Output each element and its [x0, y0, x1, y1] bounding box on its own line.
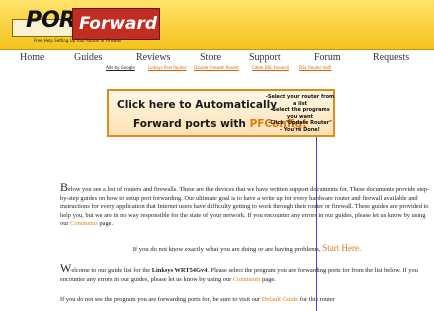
overlay-vertical-line	[316, 137, 317, 311]
start-here-link[interactable]: Start Here.	[322, 244, 361, 253]
dropcap-w: W	[60, 264, 72, 275]
intro-text: elow you see a list of routers and firew…	[60, 186, 430, 228]
intro-end: page.	[97, 220, 114, 228]
banner-step: -Click "Update Router"	[268, 120, 332, 126]
ad-link-2[interactable]: Double Firewall Router	[194, 65, 239, 70]
welcome-paragraph: Welcome to our guide list for the Linksy…	[60, 264, 434, 286]
nav-support[interactable]: Support	[249, 52, 281, 63]
nav-requests[interactable]: Requests	[373, 52, 409, 63]
site-header: PORT Forward Free Help Setting Up Your R…	[0, 0, 434, 50]
portforward-logo[interactable]: PORT Forward Free Help Setting Up Your R…	[12, 8, 160, 46]
ad-link-ads-by-google[interactable]: Ads by Google	[106, 65, 135, 70]
logo-forward-text: Forward	[79, 14, 158, 34]
main-nav: Home Guides Reviews Store Support Forum …	[0, 52, 434, 74]
logo-tagline: Free Help Setting Up Your Router or Fire…	[34, 38, 122, 43]
intro-paragraph: Below you see a list of routers and fire…	[60, 183, 434, 232]
banner-subline-text: Forward ports with	[133, 118, 250, 130]
ad-link-4[interactable]: DSL Router VoIP	[299, 65, 331, 70]
ad-link-1[interactable]: Linksys Port Router	[148, 65, 186, 70]
welcome-end: page.	[260, 275, 276, 283]
dropcap-b: B	[60, 183, 69, 194]
banner-headline: Click here to Automatically	[117, 99, 278, 111]
nav-forum[interactable]: Forum	[314, 52, 341, 63]
banner-step: -Select your router from a list	[265, 94, 335, 107]
welcome-text: elcome to our guide list for the	[71, 267, 152, 274]
start-here-text: If you do not know exactly what you are …	[132, 246, 323, 253]
ad-link-3[interactable]: Cable DSL Firewall	[252, 65, 289, 70]
default-guide-paragraph: If you do not see the program you are fo…	[60, 296, 434, 308]
banner-step: - You're Done!	[280, 126, 320, 133]
nav-reviews[interactable]: Reviews	[136, 52, 170, 63]
default-guide-text: If you do not see the program you are fo…	[60, 296, 262, 303]
banner-steps: -Select your router from a list -Select …	[265, 94, 335, 133]
web-page: PORT Forward Free Help Setting Up Your R…	[0, 0, 434, 311]
default-guide-link[interactable]: Default Guide	[262, 296, 298, 303]
pfconfig-banner[interactable]: Click here to Automatically Forward port…	[107, 89, 335, 137]
nav-store[interactable]: Store	[200, 52, 221, 63]
start-here-paragraph: If you do not know exactly what you are …	[60, 244, 434, 256]
logo-forward-box: Forward	[72, 8, 160, 40]
router-model: Linksys WRT54Gv4	[151, 267, 208, 274]
nav-home[interactable]: Home	[20, 52, 44, 63]
nav-guides[interactable]: Guides	[74, 52, 102, 63]
comments-link[interactable]: Comments	[70, 220, 98, 227]
comments-link-2[interactable]: Comments	[233, 276, 261, 283]
banner-step: -Select the programs you want	[270, 107, 330, 120]
